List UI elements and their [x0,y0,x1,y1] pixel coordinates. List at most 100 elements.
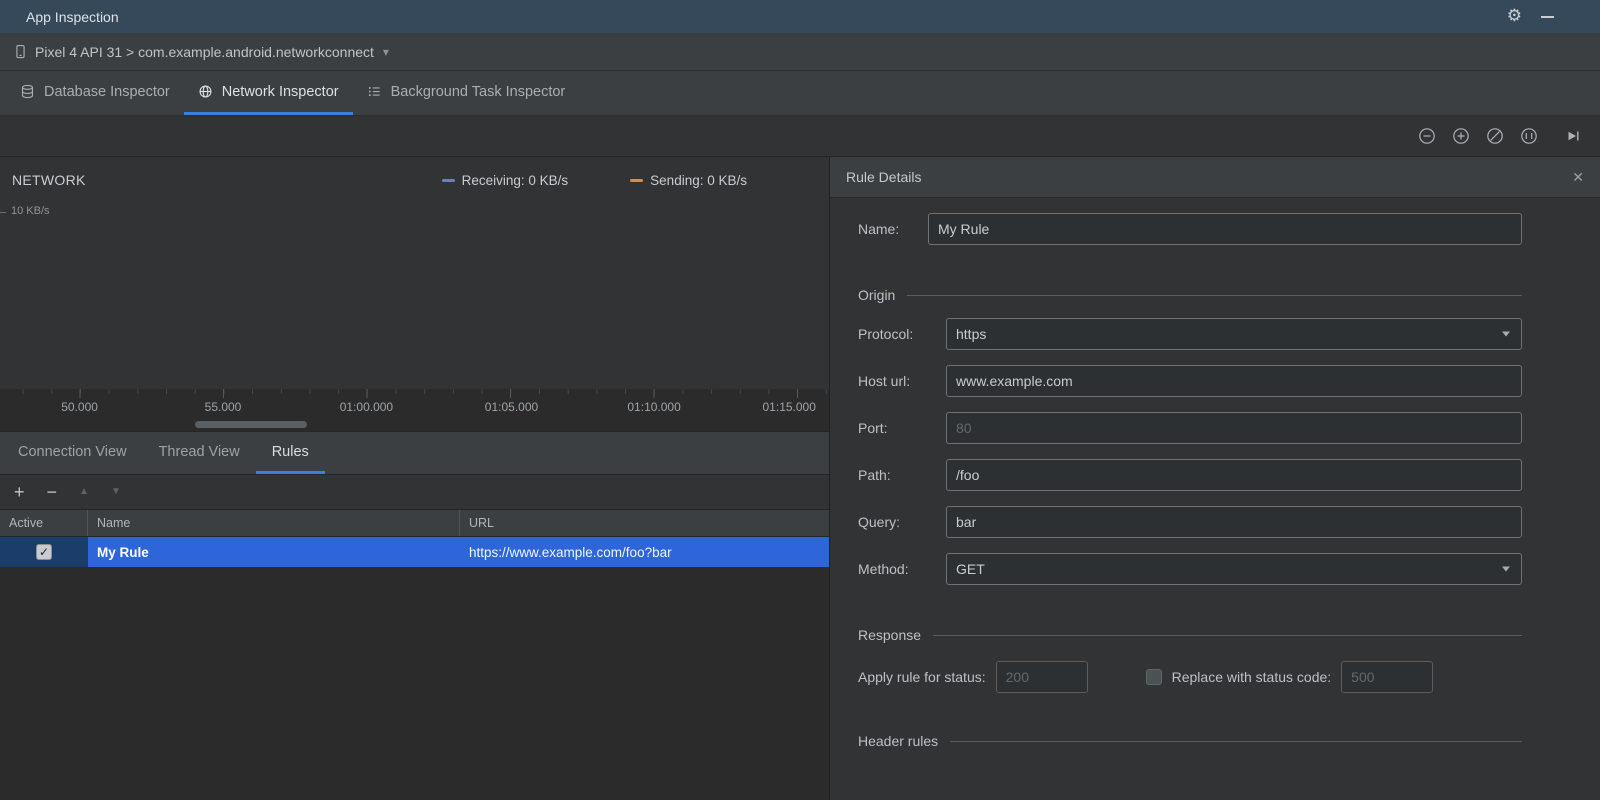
tab-network-inspector[interactable]: Network Inspector [183,71,353,115]
network-pane: NETWORK Receiving: 0 KB/s Sending: 0 KB/… [0,157,830,800]
query-field-row: Query: [858,506,1522,538]
task-list-icon [368,87,380,96]
chevron-down-icon: ▾ [382,44,389,59]
database-icon [21,84,34,99]
protocol-value: https [956,326,987,342]
chart-header: NETWORK Receiving: 0 KB/s Sending: 0 KB/… [0,157,829,203]
zoom-out-icon[interactable] [1418,127,1436,145]
tab-label: Background Task Inspector [390,83,566,100]
inspector-tabbar: Database Inspector Network Inspector Bac… [0,71,1600,116]
method-select[interactable]: GET [946,553,1522,585]
cell-name[interactable]: My Rule [88,537,460,567]
method-field-row: Method: GET [858,553,1522,585]
device-phone-icon [16,44,25,59]
header-rules-section-header: Header rules [858,733,1522,749]
response-section-header: Response [858,627,1522,643]
timeline-zoom-toolbar [0,116,1600,157]
horizontal-scrollbar[interactable] [0,419,829,431]
app-inspection-window: App Inspection ⚙ Pixel 4 API 31 > com.ex… [0,0,1600,800]
protocol-select[interactable]: https [946,318,1522,350]
move-up-icon[interactable]: ▲ [79,487,89,497]
tab-label: Database Inspector [44,83,170,100]
method-value: GET [956,561,985,577]
header-rules-title: Header rules [858,733,939,749]
response-status-row: Apply rule for status: Replace with stat… [858,661,1522,693]
legend-receiving-label: Receiving: 0 KB/s [461,172,569,188]
origin-title: Origin [858,287,896,303]
column-header-name[interactable]: Name [88,510,460,536]
view-tabbar: Connection View Thread View Rules [0,431,829,475]
column-header-active[interactable]: Active [0,510,88,536]
name-field-row: Name: [858,213,1522,245]
horizontal-scrollbar-thumb[interactable] [194,421,307,428]
query-input[interactable] [946,506,1522,538]
protocol-field-row: Protocol: https [858,318,1522,350]
name-label: Name: [858,221,900,237]
host-label: Host url: [858,373,911,389]
query-label: Query: [858,514,901,530]
remove-rule-icon[interactable]: − [47,483,58,501]
replace-status-input[interactable] [1341,661,1434,693]
move-down-icon[interactable]: ▼ [111,487,121,497]
tab-label: Connection View [18,443,127,460]
tick-label: 50.000 [61,400,98,414]
rule-name-input[interactable] [928,213,1522,245]
host-field-row: Host url: [858,365,1522,397]
port-input[interactable] [946,412,1522,444]
tab-label: Thread View [158,443,240,460]
device-process-selector[interactable]: Pixel 4 API 31 > com.example.android.net… [35,44,374,60]
apply-status-input[interactable] [995,661,1088,693]
tab-database-inspector[interactable]: Database Inspector [6,71,184,115]
port-field-row: Port: [858,412,1522,444]
major-ticks [0,389,829,398]
path-input[interactable] [946,459,1522,491]
method-label: Method: [858,561,909,577]
tick-label: 55.000 [204,400,242,414]
y-axis-max-label: 10 KB/s [0,205,50,217]
host-url-input[interactable] [946,365,1522,397]
tab-label: Rules [271,443,309,460]
titlebar: App Inspection ⚙ [0,0,1600,33]
panel-title: Rule Details [846,169,922,185]
tab-background-task-inspector[interactable]: Background Task Inspector [353,71,580,115]
section-divider [933,634,1522,636]
active-checkbox[interactable]: ✓ [36,544,52,560]
tick-label: 01:15.000 [762,400,816,414]
window-title: App Inspection [26,8,119,25]
sending-swatch-icon [630,178,644,182]
settings-gear-icon[interactable]: ⚙ [1507,8,1522,25]
legend-sending-label: Sending: 0 KB/s [650,172,747,188]
replace-status-checkbox[interactable] [1145,669,1162,685]
timeline-axis[interactable]: 50.000 55.000 01:00.000 01:05.000 01:10.… [0,389,829,419]
zoom-in-icon[interactable] [1452,127,1470,145]
section-divider [907,294,1522,296]
tab-rules[interactable]: Rules [255,432,325,474]
cell-url[interactable]: https://www.example.com/foo?bar [460,537,829,567]
close-icon[interactable]: ✕ [1572,169,1584,186]
apply-status-label: Apply rule for status: [858,669,986,685]
rules-toolbar: + − ▲ ▼ [0,475,829,510]
minimize-icon[interactable] [1541,15,1554,18]
zoom-to-selection-icon[interactable] [1520,127,1538,145]
origin-section-header: Origin [858,287,1522,303]
tab-label: Network Inspector [221,83,339,100]
tab-connection-view[interactable]: Connection View [2,432,143,474]
table-row[interactable]: ✓ My Rule https://www.example.com/foo?ba… [0,537,829,567]
port-label: Port: [858,420,888,436]
check-icon: ✓ [38,545,50,559]
column-header-url[interactable]: URL [460,510,829,536]
rule-details-panel: Rule Details ✕ Name: Origin Protocol: ht… [830,157,1600,800]
rules-table-empty-area [0,567,829,800]
chevron-down-icon [1502,331,1510,337]
main-content: NETWORK Receiving: 0 KB/s Sending: 0 KB/… [0,157,1600,800]
section-divider [950,740,1522,742]
network-chart-plot[interactable]: 10 KB/s [0,203,829,389]
rule-details-body: Name: Origin Protocol: https Host url: [830,198,1600,800]
add-rule-icon[interactable]: + [14,483,25,501]
reset-zoom-icon[interactable] [1486,127,1504,145]
path-label: Path: [858,467,891,483]
globe-icon [199,85,212,98]
tab-thread-view[interactable]: Thread View [143,432,256,474]
jump-to-live-icon[interactable] [1564,127,1582,145]
device-process-bar: Pixel 4 API 31 > com.example.android.net… [0,33,1600,71]
